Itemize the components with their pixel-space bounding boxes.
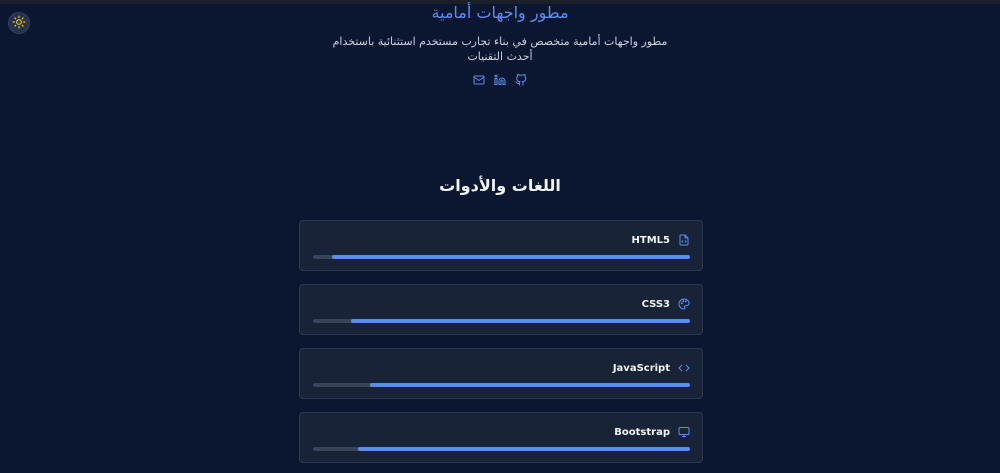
linkedin-icon[interactable] — [494, 74, 506, 86]
hero-description: مطور واجهات أمامية متخصص في بناء تجارب م… — [332, 35, 668, 63]
progress-track — [313, 255, 690, 259]
skill-label: JavaScript — [612, 362, 670, 374]
skill-label: HTML5 — [631, 234, 670, 246]
progress-fill — [358, 447, 690, 451]
progress-fill — [331, 255, 690, 259]
code-icon — [678, 362, 690, 374]
skill-label: Bootstrap — [614, 426, 670, 438]
skills-section-title: اللغات والأدوات — [439, 176, 561, 195]
mail-icon[interactable] — [473, 74, 485, 86]
skill-label: CSS3 — [641, 298, 670, 310]
hero-title: مطور واجهات أمامية — [431, 3, 569, 22]
progress-fill — [369, 383, 690, 387]
github-icon[interactable] — [515, 74, 527, 86]
monitor-icon — [678, 426, 690, 438]
progress-track — [313, 447, 690, 451]
skill-card-bootstrap: Bootstrap — [299, 412, 703, 463]
skill-card-html5: HTML5 — [299, 220, 703, 271]
skill-card-css3: CSS3 — [299, 284, 703, 335]
progress-track — [313, 383, 690, 387]
skill-card-javascript: JavaScript — [299, 348, 703, 399]
file-code-icon — [678, 234, 690, 246]
palette-icon — [678, 298, 690, 310]
progress-track — [313, 319, 690, 323]
progress-fill — [350, 319, 690, 323]
social-links — [0, 74, 1000, 86]
